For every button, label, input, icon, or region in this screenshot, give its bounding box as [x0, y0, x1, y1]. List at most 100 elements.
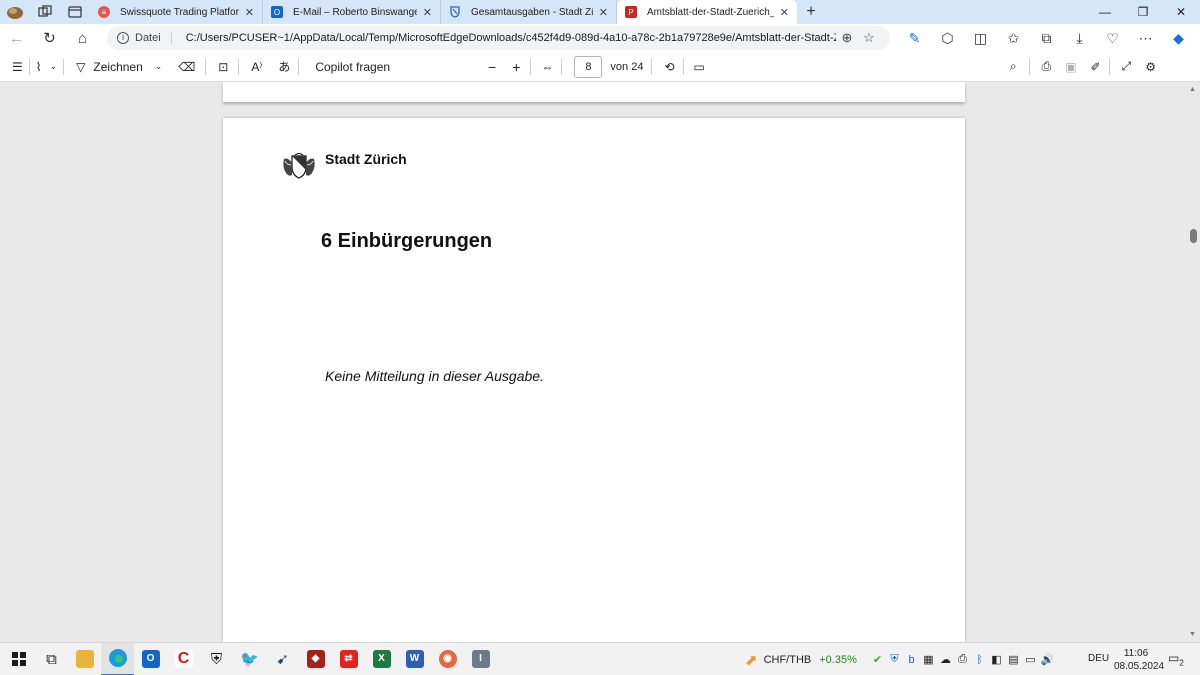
- new-tab-button[interactable]: +: [797, 3, 825, 21]
- cloud-sync-icon[interactable]: ☁: [938, 653, 953, 666]
- sbb-app-icon[interactable]: ⇄: [332, 643, 365, 675]
- draw-button[interactable]: ▽ Zeichnen ⌄: [76, 60, 162, 74]
- fullscreen-icon[interactable]: ⤢: [1122, 59, 1132, 74]
- dart-app-icon[interactable]: ➹: [266, 643, 299, 675]
- tab-actions-icon[interactable]: [60, 0, 90, 24]
- zoom-out-icon[interactable]: −: [488, 59, 496, 75]
- rotate-icon[interactable]: ⟲: [664, 60, 674, 74]
- excel-icon[interactable]: X: [365, 643, 398, 675]
- market-ticker-widget[interactable]: ⬈ CHF/THB +0.35%: [745, 643, 857, 675]
- orange-app-icon[interactable]: ◉: [431, 643, 464, 675]
- eraser-icon[interactable]: ⌫: [178, 60, 195, 74]
- pdf-page: Stadt Zürich 6 Einbürgerungen Keine Mitt…: [223, 118, 965, 642]
- file-explorer-icon[interactable]: [68, 643, 101, 675]
- pdf-settings-gear-icon[interactable]: ⚙: [1145, 60, 1156, 74]
- tab-swissquote[interactable]: ≡ Swissquote Trading Platform ✕: [90, 0, 263, 24]
- refresh-icon[interactable]: ↻: [33, 29, 66, 47]
- fit-to-width-icon[interactable]: ⇔: [541, 60, 553, 74]
- word-icon[interactable]: W: [398, 643, 431, 675]
- twitter-bird-icon[interactable]: 🐦: [233, 643, 266, 675]
- read-aloud-icon[interactable]: A⁾: [251, 60, 262, 74]
- close-window-icon[interactable]: ✕: [1162, 0, 1200, 24]
- trend-arrow-icon: ⬈: [745, 651, 758, 669]
- toolbar-divider: [63, 58, 65, 75]
- highlight-icon[interactable]: ⌇ ⌄: [36, 60, 57, 74]
- restore-icon[interactable]: ❐: [1124, 0, 1162, 24]
- info-icon[interactable]: i: [117, 32, 129, 44]
- tab-gesamtausgaben[interactable]: Gesamtausgaben - Stadt Zürich ✕: [441, 0, 617, 24]
- volume-icon[interactable]: 🔊: [1040, 653, 1055, 666]
- ticker-change: +0.35%: [819, 653, 857, 666]
- pdf-viewer[interactable]: Stadt Zürich 6 Einbürgerungen Keine Mitt…: [0, 82, 1200, 642]
- security-shield-icon[interactable]: ⛨: [200, 643, 233, 675]
- address-bar[interactable]: i Datei C:/Users/PCUSER~1/AppData/Local/…: [107, 26, 890, 50]
- toolbar-divider: [238, 58, 240, 75]
- bluetooth-icon[interactable]: ᛒ: [972, 654, 987, 666]
- page-total-label: von 24: [610, 60, 644, 73]
- defender-shield-icon[interactable]: ⛨: [887, 653, 902, 666]
- translate-icon[interactable]: あ: [278, 58, 290, 75]
- downloads-icon[interactable]: ⤓: [1063, 30, 1096, 47]
- workspaces-icon[interactable]: [30, 0, 60, 24]
- swissquote-app-icon[interactable]: ◆: [299, 643, 332, 675]
- performance-icon[interactable]: ♡: [1096, 30, 1129, 47]
- url-text[interactable]: C:/Users/PCUSER~1/AppData/Local/Temp/Mic…: [186, 32, 836, 44]
- zoom-icon[interactable]: ⊕: [836, 30, 858, 46]
- text-box-icon[interactable]: ⊡: [218, 60, 228, 74]
- split-screen-icon[interactable]: ◫: [964, 30, 997, 47]
- back-arrow-icon[interactable]: ←: [0, 30, 33, 47]
- page-view-icon[interactable]: ▭: [694, 60, 705, 74]
- notification-center-icon[interactable]: ▭2: [1168, 651, 1184, 667]
- close-tab-icon[interactable]: ✕: [423, 6, 432, 19]
- tab-amtsblatt-pdf[interactable]: P Amtsblatt-der-Stadt-Zuerich_19 ✕: [617, 0, 797, 24]
- copilot-ask-button[interactable]: Copilot fragen: [315, 60, 390, 74]
- task-view-icon[interactable]: ⧉: [35, 643, 68, 675]
- save-icon[interactable]: ▣: [1065, 60, 1076, 74]
- input-language[interactable]: DEU: [1088, 653, 1109, 664]
- profile-avatar-icon[interactable]: [0, 0, 30, 24]
- print-icon[interactable]: ⎙: [1042, 59, 1052, 74]
- close-tab-icon[interactable]: ✕: [245, 6, 254, 19]
- extensions-icon[interactable]: ⬡: [931, 30, 964, 47]
- check-status-icon[interactable]: ✔: [870, 653, 885, 666]
- minimize-icon[interactable]: —: [1086, 0, 1124, 24]
- save-as-icon[interactable]: ✐: [1091, 60, 1101, 74]
- close-tab-icon[interactable]: ✕: [599, 6, 608, 19]
- settings-more-icon[interactable]: ⋯: [1129, 30, 1162, 47]
- favorite-star-icon[interactable]: ☆: [858, 30, 880, 46]
- home-icon[interactable]: ⌂: [66, 30, 99, 47]
- copilot-icon[interactable]: ◆: [1162, 30, 1195, 47]
- ib-app-icon[interactable]: I: [464, 643, 497, 675]
- chevron-down-icon[interactable]: ⌄: [50, 61, 58, 72]
- printer-tray-icon[interactable]: ⎙: [955, 653, 970, 666]
- tab-title: Swissquote Trading Platform: [120, 6, 239, 18]
- edge-browser-icon[interactable]: [101, 642, 134, 675]
- scroll-down-icon[interactable]: ▼: [1189, 631, 1196, 638]
- vertical-scrollbar[interactable]: ▲ ▼: [1186, 82, 1200, 642]
- windows-taskbar: ⧉ O C ⛨ 🐦 ➹ ◆ ⇄ X W ◉ I ⬈ CHF/THB +0.35%…: [0, 642, 1200, 675]
- bing-icon[interactable]: b: [904, 654, 919, 666]
- notification-count: 2: [1179, 658, 1184, 668]
- toolbar-divider: [205, 58, 207, 75]
- start-windows-icon[interactable]: [2, 643, 35, 675]
- search-icon[interactable]: ⌕: [1010, 59, 1017, 74]
- scrollbar-thumb[interactable]: [1190, 229, 1197, 243]
- network-monitor-icon[interactable]: ▦: [921, 653, 936, 666]
- clock-date: 08.05.2024: [1114, 661, 1165, 672]
- close-tab-icon[interactable]: ✕: [780, 6, 789, 19]
- display-icon[interactable]: ▤: [1006, 653, 1021, 666]
- zoom-in-icon[interactable]: +: [512, 59, 520, 75]
- favorites-icon[interactable]: ✩: [997, 30, 1030, 47]
- chevron-down-icon[interactable]: ⌄: [155, 61, 163, 72]
- collections-icon[interactable]: ⧉: [1030, 30, 1063, 47]
- app-c-icon[interactable]: C: [167, 643, 200, 675]
- tab-email[interactable]: O E-Mail – Roberto Binswanger – C ✕: [263, 0, 441, 24]
- page-number-input[interactable]: 8: [574, 55, 603, 78]
- scroll-up-icon[interactable]: ▲: [1189, 86, 1196, 93]
- reading-pen-icon[interactable]: ✎: [898, 30, 931, 47]
- contents-list-icon[interactable]: ☰: [12, 60, 23, 74]
- power-icon[interactable]: ▭: [1023, 653, 1038, 666]
- outlook-icon[interactable]: O: [134, 643, 167, 675]
- meet-now-icon[interactable]: ◧: [989, 653, 1004, 666]
- clock[interactable]: 11:06 08.05.2024: [1114, 647, 1165, 673]
